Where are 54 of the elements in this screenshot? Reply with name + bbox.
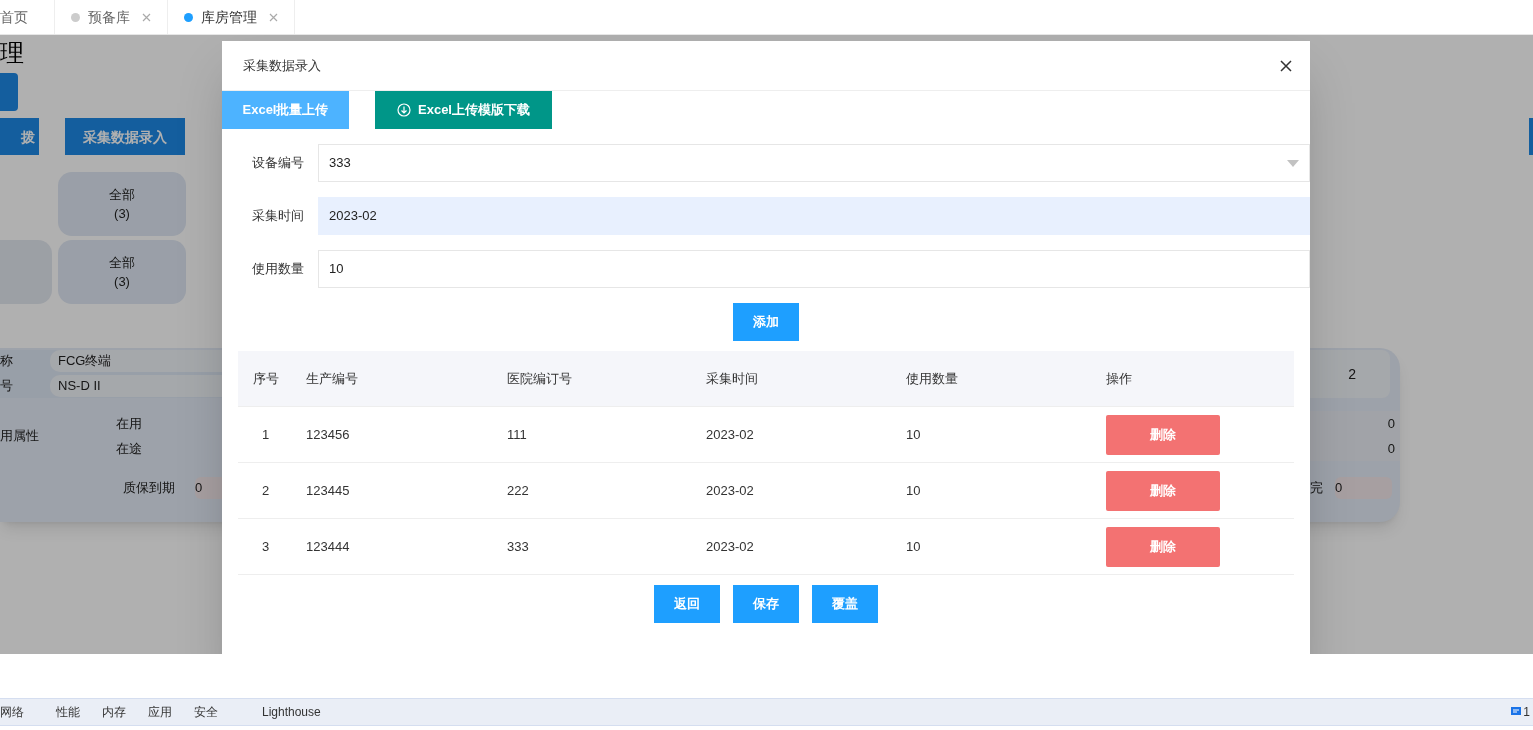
status-label: 在途	[116, 440, 142, 458]
table-cell-text: 10	[906, 481, 922, 500]
devtools-tab[interactable]: 安全	[183, 703, 229, 721]
field-label: 使用数量	[251, 260, 305, 279]
devtools-tab[interactable]: 性能	[45, 703, 91, 721]
column-header: 医院编订号	[507, 369, 573, 388]
issue-count: 1	[1523, 704, 1530, 721]
field-label: 完	[1310, 479, 1324, 498]
devtools-tab[interactable]: 网络	[0, 703, 45, 721]
column-header: 操作	[1106, 369, 1133, 388]
devtools-tab[interactable]: 内存	[91, 703, 137, 721]
field-value: 0	[1335, 477, 1392, 499]
table-cell-text: 333	[507, 537, 530, 556]
table-cell-text: 2023-02	[706, 537, 755, 556]
message-icon[interactable]	[1511, 707, 1522, 717]
close-icon[interactable]	[1280, 59, 1292, 72]
column-header: 使用数量	[906, 369, 959, 388]
status-value: 0	[1387, 414, 1395, 433]
page-tab[interactable]: 首页	[0, 0, 55, 34]
field-label: 称	[0, 352, 14, 371]
table-cell-text: 123456	[306, 425, 351, 444]
page-tab[interactable]: 库房管理	[168, 0, 295, 34]
input-field[interactable]: 10	[318, 250, 1310, 288]
devtools-tab[interactable]: Lighthouse	[229, 703, 321, 721]
table-cell-text: 222	[507, 481, 530, 500]
filter-card[interactable]: 全部 (3)	[58, 240, 186, 304]
column-header: 采集时间	[706, 369, 759, 388]
table-cell-text: 10	[906, 537, 922, 556]
page-tab[interactable]: 预备库	[55, 0, 168, 34]
devtools-tab[interactable]: 应用	[137, 703, 183, 721]
download-icon	[397, 103, 411, 117]
table-cell-text: 1	[261, 425, 271, 444]
table-cell-text: 2	[261, 481, 271, 500]
table-cell-text: 3	[261, 537, 271, 556]
field-label: 号	[0, 377, 14, 396]
table-cell-text: 111	[507, 425, 528, 444]
field-label: 质保到期	[123, 479, 176, 498]
download-template-button[interactable]: Excel上传模版下载	[375, 91, 552, 129]
device-select[interactable]: 333	[318, 144, 1310, 182]
status-value: 0	[1387, 440, 1395, 458]
status-label: 在用	[116, 414, 142, 433]
table-cell-text: 123444	[306, 537, 351, 556]
field-label: 用属性	[0, 427, 40, 446]
table-cell-text: 2023-02	[706, 481, 755, 500]
dialog-title: 采集数据录入	[243, 56, 321, 75]
table-cell-text: 2023-02	[706, 425, 755, 444]
field-label: 采集时间	[251, 207, 305, 226]
table-cell-text: 123445	[306, 481, 351, 500]
filter-card[interactable]: 全部 (3)	[58, 172, 186, 236]
input-field[interactable]: 2023-02	[318, 197, 1310, 235]
field-label: 设备编号	[251, 154, 305, 173]
page-heading: 理	[0, 38, 24, 68]
table-cell-text: 10	[906, 425, 922, 444]
caret-down-icon	[1287, 159, 1299, 167]
